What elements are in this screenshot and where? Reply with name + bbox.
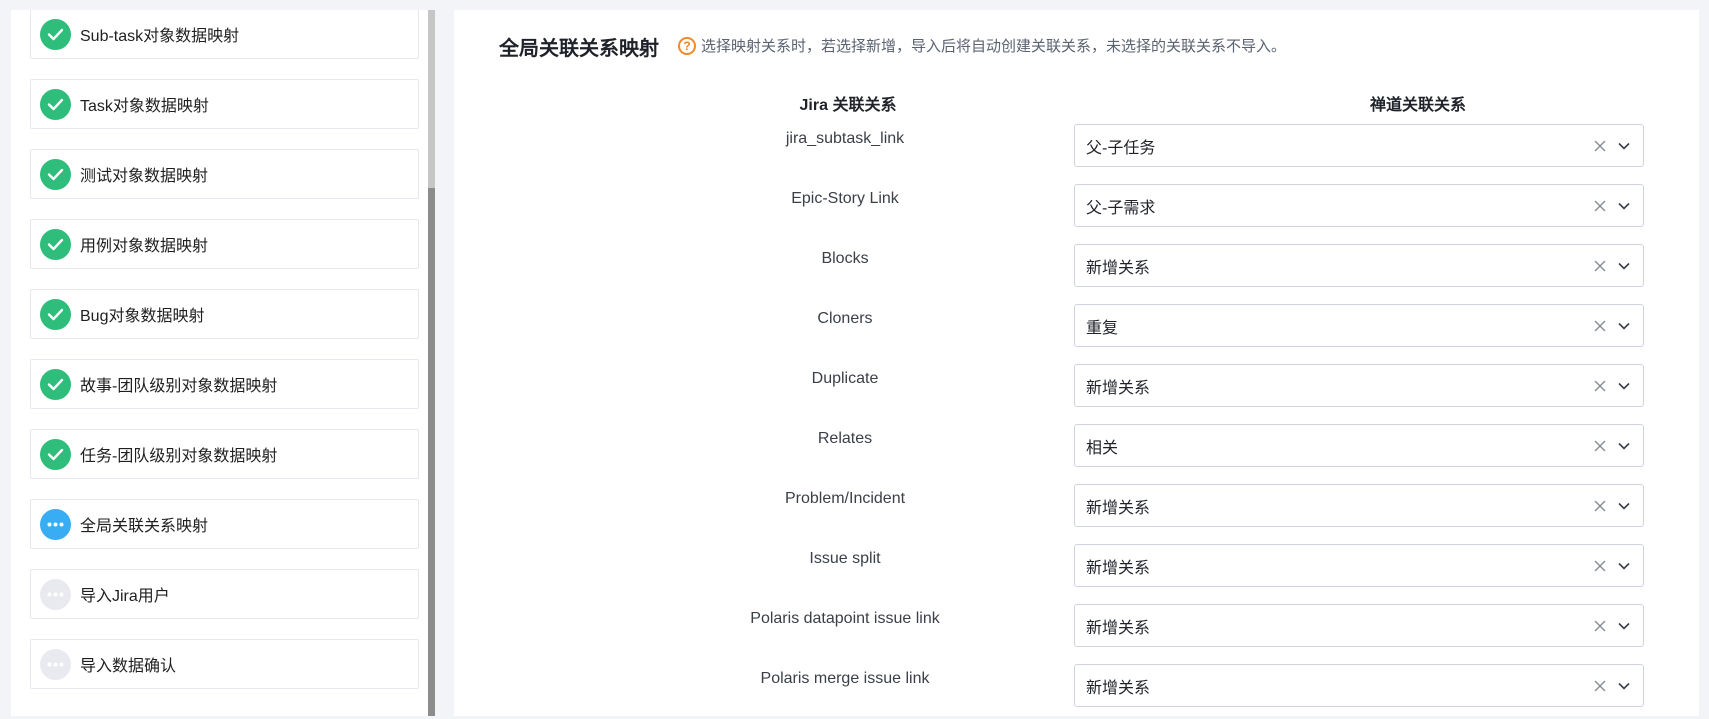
- scrollbar-thumb[interactable]: [428, 10, 435, 188]
- select-value: 重复: [1086, 319, 1119, 337]
- zentao-link-select[interactable]: 重复: [1074, 304, 1644, 347]
- check-icon: [40, 368, 71, 400]
- select-value: 父-子需求: [1086, 199, 1156, 217]
- select-value: 新增关系: [1086, 679, 1151, 697]
- mapping-row: Blocks 新增关系: [454, 244, 1699, 288]
- jira-link-name: Polaris datapoint issue link: [750, 610, 940, 627]
- chevron-down-icon[interactable]: [1616, 318, 1632, 334]
- mapping-row: Polaris datapoint issue link 新增关系: [454, 604, 1699, 648]
- step-import-jira-users[interactable]: 导入Jira用户: [30, 569, 419, 619]
- chevron-down-icon[interactable]: [1616, 378, 1632, 394]
- jira-link-name: Issue split: [809, 550, 881, 567]
- step-task-mapping[interactable]: Task对象数据映射: [30, 79, 419, 129]
- zentao-link-select[interactable]: 新增关系: [1074, 544, 1644, 587]
- step-bug-mapping[interactable]: Bug对象数据映射: [30, 289, 419, 339]
- step-label: Bug对象数据映射: [80, 308, 205, 325]
- clear-icon[interactable]: [1591, 377, 1609, 395]
- zentao-link-select[interactable]: 父-子任务: [1074, 124, 1644, 167]
- jira-link-name: Polaris merge issue link: [760, 670, 930, 687]
- jira-link-name: Blocks: [821, 250, 869, 267]
- hint: ? 选择映射关系时，若选择新增，导入后将自动创建关联关系，未选择的关联关系不导入…: [678, 35, 1286, 56]
- select-value: 新增关系: [1086, 559, 1151, 577]
- clear-icon[interactable]: [1591, 557, 1609, 575]
- step-label: 导入数据确认: [80, 658, 177, 675]
- mapping-row: Cloners 重复: [454, 304, 1699, 348]
- step-label: 用例对象数据映射: [80, 238, 209, 255]
- chevron-down-icon[interactable]: [1616, 678, 1632, 694]
- mapping-row: Duplicate 新增关系: [454, 364, 1699, 408]
- zentao-link-select[interactable]: 新增关系: [1074, 244, 1644, 287]
- zentao-link-select[interactable]: 新增关系: [1074, 364, 1644, 407]
- ellipsis-icon: [40, 578, 71, 610]
- mapping-row: Polaris merge issue link 新增关系: [454, 664, 1699, 708]
- clear-icon[interactable]: [1591, 497, 1609, 515]
- chevron-down-icon[interactable]: [1616, 198, 1632, 214]
- step-label: 测试对象数据映射: [80, 168, 209, 185]
- zentao-link-select[interactable]: 新增关系: [1074, 664, 1644, 707]
- chevron-down-icon[interactable]: [1616, 258, 1632, 274]
- select-value: 新增关系: [1086, 379, 1151, 397]
- step-confirm-import[interactable]: 导入数据确认: [30, 639, 419, 689]
- mapping-row: jira_subtask_link 父-子任务: [454, 124, 1699, 168]
- hint-text: 选择映射关系时，若选择新增，导入后将自动创建关联关系，未选择的关联关系不导入。: [701, 38, 1287, 55]
- mapping-row: Epic-Story Link 父-子需求: [454, 184, 1699, 228]
- column-header-jira: Jira 关联关系: [799, 97, 897, 114]
- column-header-zentao: 禅道关联关系: [1369, 97, 1466, 114]
- step-label: 全局关联关系映射: [80, 518, 209, 535]
- zentao-link-select[interactable]: 相关: [1074, 424, 1644, 467]
- step-story-team-mapping[interactable]: 故事-团队级别对象数据映射: [30, 359, 419, 409]
- steps-panel: Sub-task对象数据映射 Task对象数据映射 测试对象数据映射 用例对象数…: [11, 10, 435, 716]
- step-label: 任务-团队级别对象数据映射: [80, 448, 278, 465]
- clear-icon[interactable]: [1591, 617, 1609, 635]
- clear-icon[interactable]: [1591, 437, 1609, 455]
- main-panel: 全局关联关系映射 ? 选择映射关系时，若选择新增，导入后将自动创建关联关系，未选…: [454, 10, 1699, 716]
- check-icon: [40, 438, 71, 470]
- jira-link-name: jira_subtask_link: [785, 130, 905, 147]
- step-label: 导入Jira用户: [80, 588, 170, 605]
- mapping-row: Relates 相关: [454, 424, 1699, 468]
- select-value: 相关: [1086, 439, 1119, 457]
- select-value: 新增关系: [1086, 619, 1151, 637]
- jira-link-name: Relates: [817, 430, 873, 447]
- section-title: 全局关联关系映射: [499, 38, 659, 60]
- question-circle-icon: ?: [678, 36, 696, 55]
- check-icon: [40, 158, 71, 190]
- jira-link-name: Epic-Story Link: [791, 190, 899, 207]
- step-label: Sub-task对象数据映射: [80, 28, 240, 45]
- check-icon: [40, 18, 71, 50]
- step-subtask-mapping[interactable]: Sub-task对象数据映射: [30, 10, 419, 59]
- select-value: 新增关系: [1086, 259, 1151, 277]
- clear-icon[interactable]: [1591, 317, 1609, 335]
- jira-link-name: Cloners: [817, 310, 873, 327]
- clear-icon[interactable]: [1591, 257, 1609, 275]
- chevron-down-icon[interactable]: [1616, 498, 1632, 514]
- zentao-link-select[interactable]: 父-子需求: [1074, 184, 1644, 227]
- chevron-down-icon[interactable]: [1616, 618, 1632, 634]
- zentao-link-select[interactable]: 新增关系: [1074, 604, 1644, 647]
- step-global-link-mapping[interactable]: 全局关联关系映射: [30, 499, 419, 549]
- step-task-team-mapping[interactable]: 任务-团队级别对象数据映射: [30, 429, 419, 479]
- select-value: 父-子任务: [1086, 139, 1156, 157]
- ellipsis-icon: [40, 508, 71, 540]
- clear-icon[interactable]: [1591, 197, 1609, 215]
- chevron-down-icon[interactable]: [1616, 138, 1632, 154]
- step-label: 故事-团队级别对象数据映射: [80, 378, 278, 395]
- select-value: 新增关系: [1086, 499, 1151, 517]
- clear-icon[interactable]: [1591, 137, 1609, 155]
- jira-link-name: Duplicate: [811, 370, 879, 387]
- chevron-down-icon[interactable]: [1616, 438, 1632, 454]
- step-test-mapping[interactable]: 测试对象数据映射: [30, 149, 419, 199]
- ellipsis-icon: [40, 648, 71, 680]
- jira-link-name: Problem/Incident: [784, 490, 906, 507]
- mapping-row: Problem/Incident 新增关系: [454, 484, 1699, 528]
- check-icon: [40, 228, 71, 260]
- chevron-down-icon[interactable]: [1616, 558, 1632, 574]
- step-label: Task对象数据映射: [80, 98, 209, 115]
- step-case-mapping[interactable]: 用例对象数据映射: [30, 219, 419, 269]
- clear-icon[interactable]: [1591, 677, 1609, 695]
- mapping-row: Issue split 新增关系: [454, 544, 1699, 588]
- check-icon: [40, 88, 71, 120]
- check-icon: [40, 298, 71, 330]
- zentao-link-select[interactable]: 新增关系: [1074, 484, 1644, 527]
